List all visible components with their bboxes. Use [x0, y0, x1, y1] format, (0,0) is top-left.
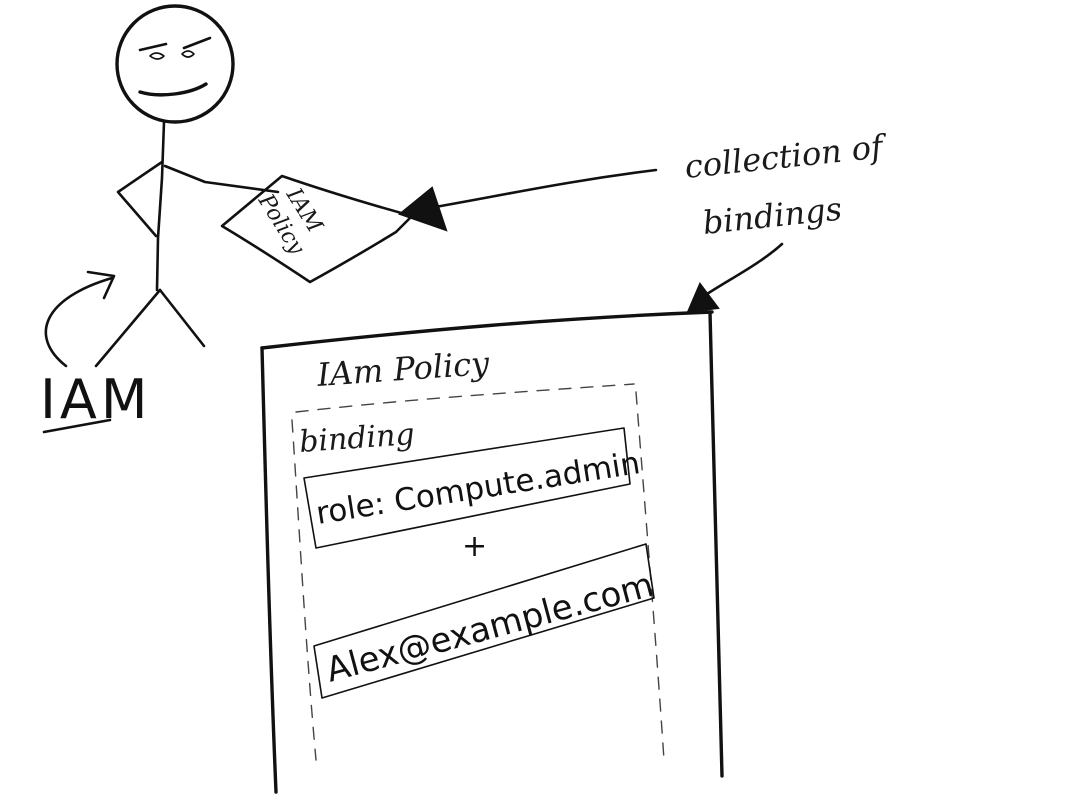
document-arrow-head — [397, 186, 448, 232]
figure-right-arm — [163, 164, 280, 194]
figure-right-brow — [182, 36, 212, 50]
held-policy-document: IAM Policy — [220, 174, 414, 284]
annotation-line-1: collection of — [683, 127, 890, 186]
figure-head — [115, 4, 235, 124]
document-pointer-arrow — [397, 168, 658, 232]
policy-box: IAm Policy binding role: Compute.admin +… — [260, 310, 724, 794]
binding-connector: + — [462, 529, 487, 564]
figure-body — [155, 120, 166, 292]
actor-pointer-arrow — [44, 270, 116, 368]
policy-arrow-line — [702, 242, 784, 298]
figure-left-leg — [94, 288, 162, 368]
figure-left-eye — [149, 52, 165, 60]
diagram-canvas: IAM IAM Policy collection of bindings IA… — [0, 0, 1081, 796]
policy-box-left — [260, 346, 278, 794]
sketch: IAM IAM Policy collection of bindings IA… — [40, 4, 890, 794]
figure-mouth — [138, 82, 208, 97]
annotation-line-2: bindings — [701, 190, 844, 242]
policy-box-right — [708, 310, 724, 778]
figure-left-brow — [138, 42, 168, 52]
binding-label: binding — [298, 417, 416, 460]
policy-arrow-head — [686, 282, 720, 314]
actor-arrow-curve — [44, 276, 114, 368]
figure-left-arm — [116, 160, 164, 238]
stick-figure — [94, 4, 280, 368]
policy-box-pointer-arrow — [686, 242, 784, 314]
document-arrow-line — [416, 168, 658, 212]
binding-container-left — [291, 419, 317, 761]
figure-right-leg — [158, 288, 206, 348]
figure-right-eye — [181, 50, 195, 58]
policy-title: IAm Policy — [315, 344, 491, 394]
role-value: role: Compute.admin — [314, 445, 643, 532]
policy-box-top — [260, 310, 714, 350]
